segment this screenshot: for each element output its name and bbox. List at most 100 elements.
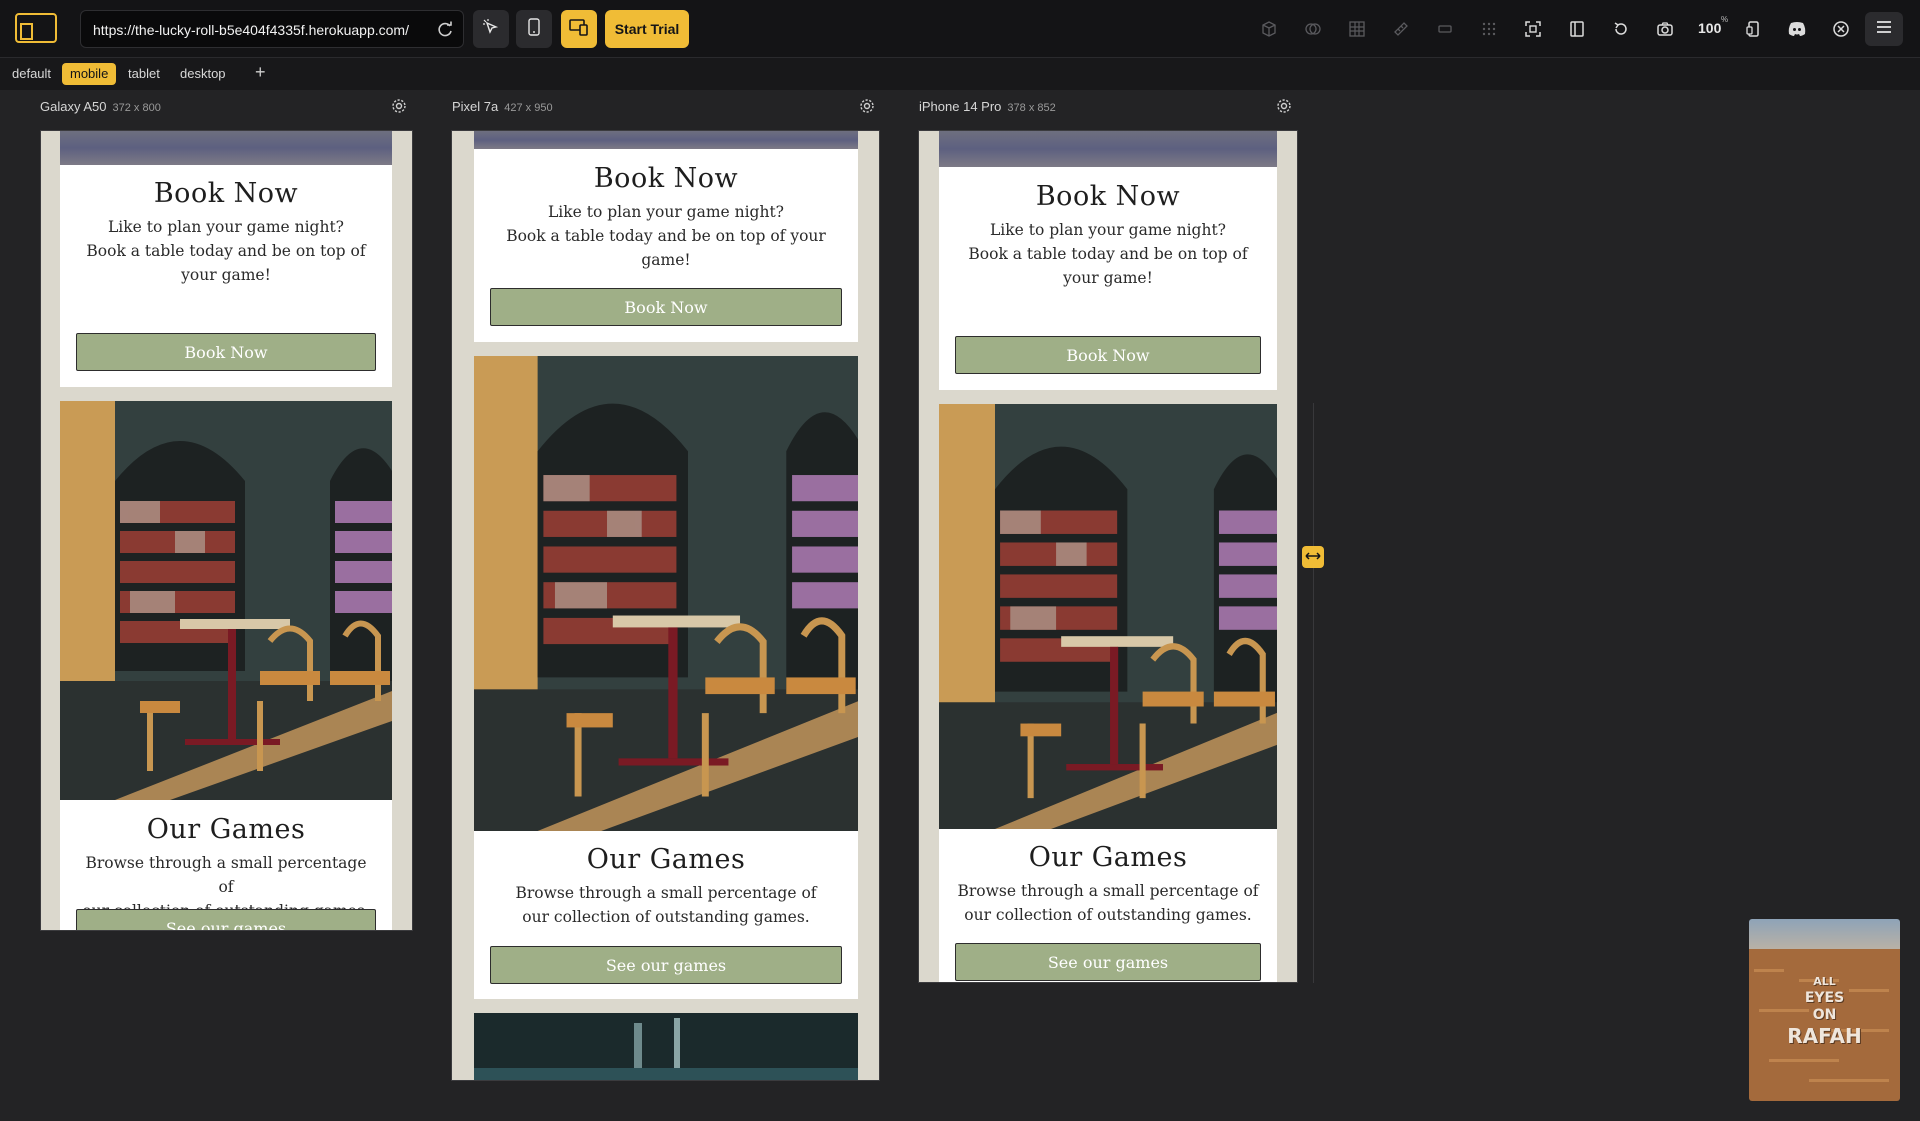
next-section-photo xyxy=(474,1013,858,1080)
preset-tabs: default mobile tablet desktop + xyxy=(0,58,1920,90)
screenshot-frame-icon[interactable] xyxy=(1522,18,1544,40)
our-games-line2: our collection of outstanding games. xyxy=(964,906,1252,924)
book-now-button[interactable]: Book Now xyxy=(955,336,1261,374)
mobile-icon xyxy=(527,17,541,41)
our-games-line1: Browse through a small percentage of xyxy=(957,882,1259,900)
hero-image-strip xyxy=(474,131,858,149)
our-games-card: Our Games Browse through a small percent… xyxy=(60,800,392,930)
book-now-line2: Book a table today and be on top of your xyxy=(506,227,826,245)
our-games-title: Our Games xyxy=(146,814,306,845)
grid-icon[interactable] xyxy=(1346,18,1368,40)
book-now-line3: your game! xyxy=(181,266,271,284)
device-label-pixel: Pixel 7a 427 x 950 xyxy=(452,99,553,114)
hero-image-strip xyxy=(939,131,1277,167)
game-cafe-photo-art xyxy=(474,356,858,831)
thumbnail-caption: ALL EYES ON RAFAH xyxy=(1749,973,1900,1048)
floating-thumbnail[interactable]: ALL EYES ON RAFAH xyxy=(1749,919,1900,1101)
device-dims: 427 x 950 xyxy=(504,102,553,114)
dots-grid-icon[interactable] xyxy=(1478,18,1500,40)
see-our-games-button[interactable]: See our games xyxy=(76,909,376,930)
device-label-galaxy: Galaxy A50 372 x 800 xyxy=(40,99,161,114)
game-cafe-photo xyxy=(60,401,392,800)
top-toolbar: https://the-lucky-roll-b5e404f4335f.hero… xyxy=(0,0,1920,58)
book-now-line2: Book a table today and be on top of xyxy=(86,242,366,260)
our-games-line2: of xyxy=(218,878,234,896)
book-now-line1: Like to plan your game night? xyxy=(547,203,784,221)
thumbnail-line4: RAFAH xyxy=(1787,1024,1862,1048)
book-now-line3: your game! xyxy=(1063,269,1153,287)
device-name: Galaxy A50 xyxy=(40,99,107,114)
game-cafe-photo-art xyxy=(60,401,392,800)
book-now-line1: Like to plan your game night? xyxy=(107,218,344,236)
gear-icon[interactable] xyxy=(1276,98,1292,114)
device-dims: 378 x 852 xyxy=(1007,102,1056,114)
book-now-button[interactable]: Book Now xyxy=(490,288,842,326)
camera-icon[interactable] xyxy=(1654,18,1676,40)
game-cafe-photo-art xyxy=(939,404,1277,829)
book-now-title: Book Now xyxy=(593,163,739,194)
device-icon[interactable] xyxy=(1742,18,1764,40)
book-now-line3: game! xyxy=(641,251,691,269)
menu-button[interactable] xyxy=(1865,12,1903,46)
start-trial-button[interactable]: Start Trial xyxy=(605,10,689,48)
book-now-card: Book Now Like to plan your game night? B… xyxy=(60,165,392,387)
tab-tablet[interactable]: tablet xyxy=(120,63,168,85)
book-now-line2: Book a table today and be on top of xyxy=(968,245,1248,263)
responsive-view-button[interactable] xyxy=(561,10,597,48)
mobile-view-button[interactable] xyxy=(516,10,552,48)
device-name: iPhone 14 Pro xyxy=(919,99,1002,114)
tab-default[interactable]: default xyxy=(4,63,59,85)
app-logo-icon[interactable] xyxy=(14,12,58,44)
device-frame-pixel: Book Now Like to plan your game night? B… xyxy=(451,130,880,1081)
device-frame-galaxy: Book Now Like to plan your game night? B… xyxy=(40,130,413,931)
zoom-unit: % xyxy=(1721,15,1729,24)
hero-image-strip xyxy=(60,131,392,165)
our-games-card: Our Games Browse through a small percent… xyxy=(939,829,1277,982)
gear-icon[interactable] xyxy=(391,98,407,114)
layers-icon[interactable] xyxy=(1302,18,1324,40)
gear-icon[interactable] xyxy=(859,98,875,114)
url-field[interactable]: https://the-lucky-roll-b5e404f4335f.hero… xyxy=(80,10,464,48)
device-label-iphone: iPhone 14 Pro 378 x 852 xyxy=(919,99,1056,114)
book-now-card: Book Now Like to plan your game night? B… xyxy=(474,149,858,342)
thumbnail-line2: EYES xyxy=(1804,990,1845,1006)
our-games-title: Our Games xyxy=(1028,842,1188,873)
responsive-icon xyxy=(569,18,589,41)
our-games-line1: Browse through a small percentage xyxy=(85,854,367,872)
next-section-photo-art xyxy=(474,1013,858,1080)
tab-mobile[interactable]: mobile xyxy=(62,63,117,85)
book-now-title: Book Now xyxy=(1035,181,1181,212)
book-now-button[interactable]: Book Now xyxy=(76,333,376,371)
url-text[interactable]: https://the-lucky-roll-b5e404f4335f.hero… xyxy=(93,22,409,38)
book-now-card: Book Now Like to plan your game night? B… xyxy=(939,167,1277,390)
thumbnail-line1: ALL xyxy=(1813,975,1836,988)
our-games-title: Our Games xyxy=(586,844,746,875)
our-games-card: Our Games Browse through a small percent… xyxy=(474,831,858,999)
see-our-games-button[interactable]: See our games xyxy=(490,946,842,984)
sidebar-icon[interactable] xyxy=(1566,18,1588,40)
device-name: Pixel 7a xyxy=(452,99,499,114)
discord-icon[interactable] xyxy=(1786,18,1808,40)
zoom-value[interactable]: 100 xyxy=(1698,20,1721,36)
book-now-title: Book Now xyxy=(153,178,299,209)
our-games-line2: our collection of outstanding games. xyxy=(522,908,810,926)
tab-desktop[interactable]: desktop xyxy=(172,63,234,85)
cube-icon[interactable] xyxy=(1258,18,1280,40)
rectangle-icon[interactable] xyxy=(1434,18,1456,40)
ruler-icon[interactable] xyxy=(1390,18,1412,40)
game-cafe-photo xyxy=(939,404,1277,829)
see-our-games-button[interactable]: See our games xyxy=(955,943,1261,981)
game-cafe-photo xyxy=(474,356,858,831)
menu-icon xyxy=(1876,20,1892,39)
add-tab-button[interactable]: + xyxy=(255,62,266,83)
close-circle-icon[interactable] xyxy=(1830,18,1852,40)
book-now-line1: Like to plan your game night? xyxy=(989,221,1226,239)
device-dims: 372 x 800 xyxy=(112,102,161,114)
horizontal-arrows-icon xyxy=(1305,548,1321,566)
reload-icon[interactable] xyxy=(436,21,454,39)
inspect-icon xyxy=(482,18,500,41)
rotate-icon[interactable] xyxy=(1610,18,1632,40)
resize-handle[interactable] xyxy=(1302,546,1324,568)
inspect-button[interactable] xyxy=(473,10,509,48)
resize-guide xyxy=(1313,403,1314,983)
